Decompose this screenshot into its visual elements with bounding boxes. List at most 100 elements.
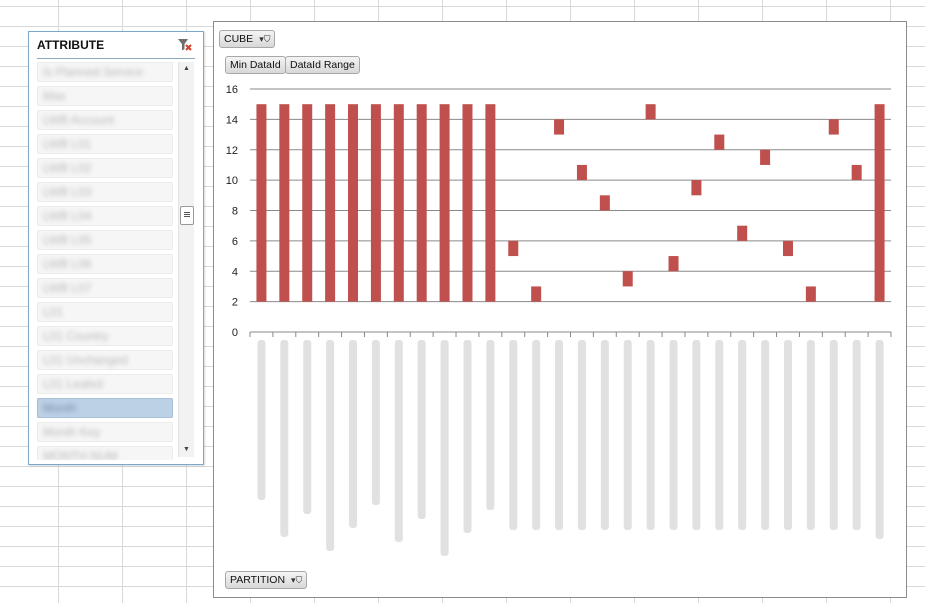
bar [393,104,404,302]
slicer-item[interactable]: LWB L02 [37,158,173,178]
slicer-item-label: LWB L07 [43,281,92,295]
slicer-item[interactable]: LWB Account [37,110,173,130]
bar [508,240,519,257]
x-tick-label-blurred [486,340,495,510]
y-tick-label: 16 [226,84,238,96]
bar [256,104,267,302]
slicer-item-label: LWB L02 [43,161,92,175]
slicer-item[interactable]: L01 Leafed [37,374,173,394]
slicer-item-label: LWB L06 [43,257,92,271]
x-tick-label-blurred [761,340,770,530]
x-tick-label-blurred [669,340,678,530]
attribute-slicer[interactable]: ATTRIBUTE Is Planned Service Max LWB Accou… [28,31,204,465]
slicer-item-label: Is Planned Service [43,65,144,79]
bar [805,286,816,302]
slicer-item[interactable]: L01 Country [37,326,173,346]
scroll-thumb[interactable] [180,206,194,225]
x-tick-label-blurred [257,340,266,500]
bar [668,256,679,272]
x-tick-label-blurred [555,340,564,530]
bar [554,119,565,135]
bar [851,164,862,181]
x-tick-label-blurred [394,340,403,542]
bar [302,104,313,302]
bar [348,104,359,302]
x-tick-label-blurred [509,340,518,530]
slicer-scrollbar[interactable]: ▲ ▼ [178,62,194,457]
slicer-item[interactable]: LWB L04 [37,206,173,226]
clear-filter-icon[interactable] [177,37,193,53]
x-tick-label-blurred [349,340,358,528]
slicer-item-label: LWB Account [43,113,115,127]
slicer-item-label: L01 Unchanged [43,353,128,367]
slicer-item[interactable]: L01 [37,302,173,322]
slicer-item-label: LWB L03 [43,185,92,199]
y-tick-label: 4 [232,266,238,278]
x-tick-label-blurred [646,340,655,530]
bar [691,180,702,196]
x-tick-label-blurred [852,340,861,530]
slicer-title: ATTRIBUTE [37,38,105,52]
y-tick-label: 10 [226,175,238,187]
bar [439,104,450,302]
slicer-item[interactable]: L01 Unchanged [37,350,173,370]
bar [462,104,473,302]
bar [737,225,748,241]
slicer-item-list[interactable]: Is Planned Service Max LWB Account LWB L01 L… [37,62,173,460]
bar [645,104,656,120]
bar [370,104,381,302]
bar [576,164,587,181]
scroll-up-arrow-icon[interactable]: ▲ [179,62,194,76]
y-tick-label: 14 [226,114,238,126]
slicer-item-label: Month Key [43,425,101,439]
x-tick-label-blurred [738,340,747,530]
pivot-chart[interactable]: CUBE ▾⛉ Min DataId DataId Range PARTITION… [213,21,907,598]
x-tick-label-blurred [692,340,701,530]
x-tick-label-blurred [783,340,792,530]
bar [416,104,427,302]
bar [874,104,885,302]
x-tick-label-blurred [806,340,815,530]
bar [531,286,542,302]
bar [782,240,793,257]
slicer-item-label: LWB L05 [43,233,92,247]
slicer-header: ATTRIBUTE [37,38,195,59]
slicer-item-label: LWB L01 [43,137,92,151]
x-tick-label-blurred [623,340,632,530]
x-tick-label-blurred [532,340,541,530]
x-tick-label-blurred [417,340,426,519]
slicer-item[interactable]: LWB L03 [37,182,173,202]
slicer-item-label: MONTH NUM [43,449,118,460]
x-tick-label-blurred [600,340,609,530]
slicer-item[interactable]: LWB L05 [37,230,173,250]
bar [828,119,839,135]
slicer-item[interactable]: LWB L01 [37,134,173,154]
slicer-item[interactable]: Month Key [37,422,173,442]
y-tick-label: 2 [232,297,238,309]
x-tick-label-blurred [371,340,380,505]
scroll-down-arrow-icon[interactable]: ▼ [179,443,194,457]
x-tick-label-blurred [303,340,312,514]
slicer-item[interactable]: MONTH NUM [37,446,173,460]
y-tick-label: 0 [232,327,238,339]
plot-area: 0 2 4 6 8 10 12 14 16 [226,84,892,556]
slicer-item[interactable]: Is Planned Service [37,62,173,82]
y-tick-label: 8 [232,206,238,218]
slicer-item[interactable]: LWB L07 [37,278,173,298]
x-tick-label-blurred [577,340,586,530]
bar [279,104,290,302]
bar [714,134,725,150]
x-tick-label-blurred [440,340,449,556]
bar [325,104,336,302]
slicer-item-label: Month [43,401,77,415]
slicer-item-label: L01 Country [43,329,109,343]
slicer-item[interactable]: Max [37,86,173,106]
x-tick-label-blurred [463,340,472,533]
x-tick-label-blurred [829,340,838,530]
x-tick-label-blurred [715,340,724,530]
slicer-item-label: L01 Leafed [43,377,104,391]
slicer-item[interactable]: LWB L06 [37,254,173,274]
slicer-item[interactable]: Month [37,398,173,418]
slicer-item-label: LWB L04 [43,209,92,223]
x-tick-label-blurred [875,340,884,539]
